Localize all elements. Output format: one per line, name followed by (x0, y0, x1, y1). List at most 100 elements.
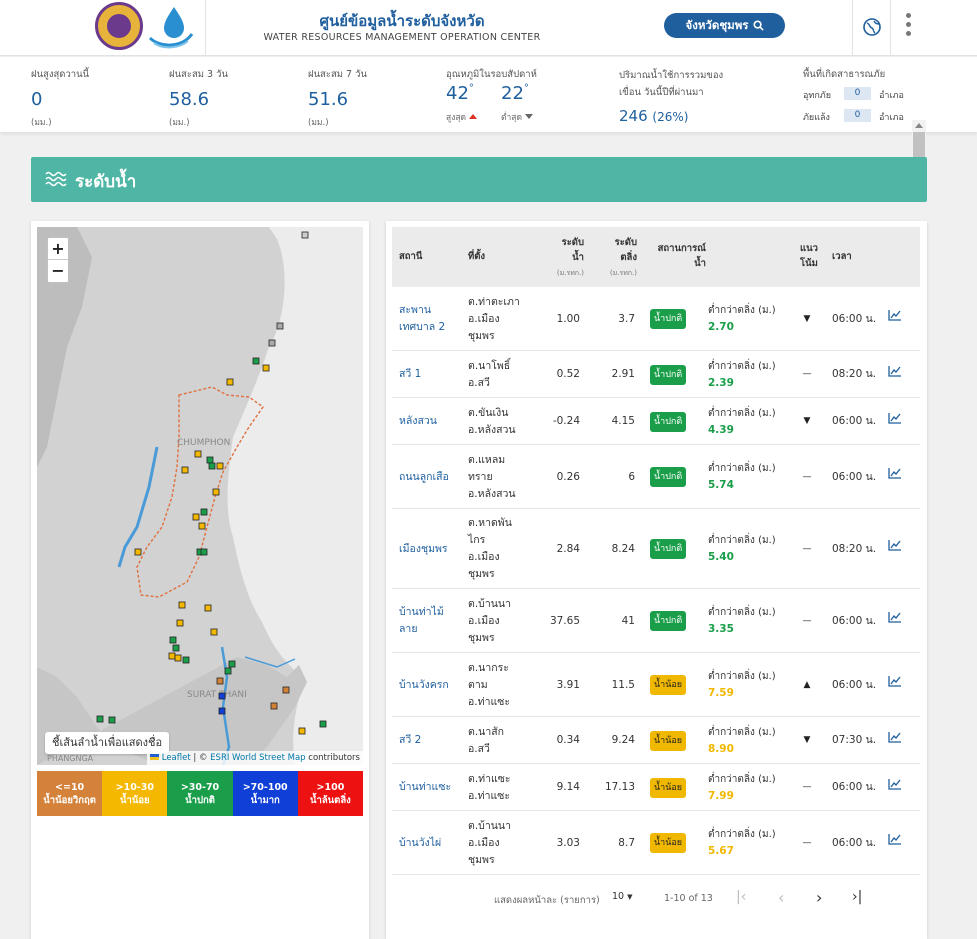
station-marker[interactable] (172, 644, 180, 652)
station-marker[interactable] (218, 707, 226, 715)
line-chart-icon[interactable] (888, 365, 902, 377)
last-page-button[interactable]: ›| (852, 889, 862, 905)
station-name-link[interactable]: เมืองชุมพร (399, 541, 448, 558)
station-marker[interactable] (192, 513, 200, 521)
station-marker[interactable] (262, 364, 270, 372)
map-zoom-control: + − (46, 236, 70, 284)
station-marker[interactable] (319, 720, 327, 728)
station-marker[interactable] (169, 636, 177, 644)
station-location: ต.ท่าตะเภา อ.เมือง ชุมพร (468, 295, 520, 342)
trend-icon: — (802, 543, 812, 554)
trend-icon: ▼ (803, 735, 811, 745)
station-location: ต.บ้านนา อ.เมือง ชุมพร (468, 819, 511, 866)
line-chart-icon[interactable] (888, 412, 902, 424)
station-location: ต.หาดพัน ไกร อ.เมือง ชุมพร (468, 517, 512, 580)
update-time: 07:30 น. (832, 734, 877, 746)
water-level-value: 3.03 (556, 836, 580, 849)
station-marker[interactable] (178, 601, 186, 609)
first-page-button[interactable]: |‹ (736, 889, 746, 905)
station-marker[interactable] (96, 715, 104, 723)
page-range: 1-10 of 13 (664, 893, 713, 904)
station-marker[interactable] (216, 462, 224, 470)
station-name-link[interactable]: บ้านท่าแซะ (399, 779, 451, 796)
station-marker[interactable] (174, 654, 182, 662)
header-status[interactable]: สถานการณ์ น้ำ (644, 241, 706, 271)
station-marker[interactable] (268, 339, 276, 347)
table-row: เมืองชุมพร ต.หาดพัน ไกร อ.เมือง ชุมพร 2.84 8.2… (392, 509, 920, 589)
zoom-out-button[interactable]: − (48, 260, 68, 282)
station-marker[interactable] (224, 667, 232, 675)
crest-logo[interactable] (95, 2, 143, 50)
stat-label: ปริมาณน้ำใช้การรวมของ (619, 70, 724, 81)
station-marker[interactable] (252, 357, 260, 365)
line-chart-icon[interactable] (888, 778, 902, 790)
station-marker[interactable] (181, 466, 189, 474)
below-bank-diff: ต่ำกว่าตลิ่ง (ม.) 7.59 (708, 671, 776, 699)
line-chart-icon[interactable] (888, 467, 902, 479)
map-canvas[interactable]: CHUMPHON SURAT THANI PHANGNGA (37, 227, 363, 765)
station-marker[interactable] (208, 462, 216, 470)
station-marker[interactable] (270, 702, 278, 710)
header-level[interactable]: ระดับ น้ำ (ม.รทก.) (544, 235, 584, 281)
esri-link[interactable]: ESRI World Street Map (210, 753, 305, 763)
station-name-link[interactable]: บ้านวังครก (399, 677, 449, 694)
line-chart-icon[interactable] (888, 539, 902, 551)
station-marker[interactable] (194, 450, 202, 458)
header-time[interactable]: เวลา (832, 249, 852, 264)
globe-icon[interactable] (862, 17, 882, 37)
station-marker[interactable] (168, 652, 176, 660)
station-marker[interactable] (204, 604, 212, 612)
bank-level-value: 8.24 (611, 542, 635, 555)
stat-temperature: อุณหภูมิในรอบสัปดาห์ (446, 67, 537, 82)
more-vert-icon[interactable] (904, 13, 912, 39)
header-station[interactable]: สถานี (399, 249, 422, 264)
station-marker[interactable] (198, 522, 206, 530)
station-marker[interactable] (200, 548, 208, 556)
station-map[interactable]: CHUMPHON SURAT THANI PHANGNGA + − ชี้เส้… (37, 227, 363, 765)
station-marker[interactable] (108, 716, 116, 724)
station-marker[interactable] (276, 322, 284, 330)
station-marker[interactable] (212, 488, 220, 496)
station-marker[interactable] (210, 628, 218, 636)
line-chart-icon[interactable] (888, 309, 902, 321)
station-marker[interactable] (176, 619, 184, 627)
line-chart-icon[interactable] (888, 833, 902, 845)
prev-page-button[interactable]: ‹ (778, 888, 784, 907)
below-bank-diff: ต่ำกว่าตลิ่ง (ม.) 5.74 (708, 463, 776, 491)
station-marker[interactable] (206, 456, 214, 464)
water-drop-logo[interactable] (146, 4, 196, 50)
station-name-link[interactable]: สวี 1 (399, 366, 421, 383)
station-marker[interactable] (226, 378, 234, 386)
stat-label: ฝนสะสม 7 วัน (308, 69, 367, 80)
province-search-button[interactable]: จังหวัดชุมพร (664, 13, 785, 38)
stat-label: เขื่อน วันนี้ปีที่ผ่านมา (619, 87, 704, 98)
station-name-link[interactable]: สะพาน เทศบาล 2 (399, 302, 445, 336)
header-bank[interactable]: ระดับ ตลิ่ง (ม.รทก.) (597, 235, 637, 281)
zoom-in-button[interactable]: + (48, 238, 68, 260)
header-location[interactable]: ที่ตั้ง (468, 249, 485, 264)
line-chart-icon[interactable] (888, 611, 902, 623)
station-marker[interactable] (216, 677, 224, 685)
station-marker[interactable] (228, 660, 236, 668)
station-name-link[interactable]: สวี 2 (399, 732, 421, 749)
station-name-link[interactable]: บ้านท่าไม้ ลาย (399, 604, 444, 638)
line-chart-icon[interactable] (888, 675, 902, 687)
stat-label: อุณหภูมิในรอบสัปดาห์ (446, 69, 537, 80)
station-marker[interactable] (301, 231, 309, 239)
station-marker[interactable] (298, 727, 306, 735)
station-name-link[interactable]: หลังสวน (399, 413, 437, 430)
station-marker[interactable] (134, 548, 142, 556)
station-marker[interactable] (218, 692, 226, 700)
header-trend[interactable]: แนว โน้ม (800, 241, 818, 271)
per-page-select[interactable]: 10 ▼ (612, 891, 633, 902)
station-marker[interactable] (200, 508, 208, 516)
stat-dam: ปริมาณน้ำใช้การรวมของ เขื่อน วันนี้ปีที่… (619, 67, 723, 125)
station-marker[interactable] (282, 686, 290, 694)
station-name-link[interactable]: บ้านวังไผ่ (399, 835, 441, 852)
station-marker[interactable] (182, 656, 190, 664)
station-name-link[interactable]: ถนนลูกเสือ (399, 469, 449, 486)
line-chart-icon[interactable] (888, 731, 902, 743)
next-page-button[interactable]: › (816, 888, 822, 907)
map-attribution: Leaflet | © ESRI World Street Map contri… (147, 751, 363, 765)
leaflet-link[interactable]: Leaflet (162, 753, 191, 763)
